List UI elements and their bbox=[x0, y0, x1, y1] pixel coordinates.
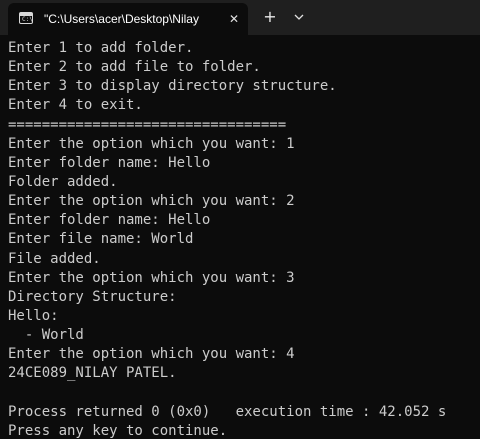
title-bar: C:\ "C:\Users\acer\Desktop\Nilay ✕ + bbox=[0, 0, 480, 35]
console-line: Enter file name: World bbox=[8, 231, 194, 248]
console-line: Press any key to continue. bbox=[8, 422, 228, 439]
close-icon[interactable]: ✕ bbox=[226, 11, 242, 27]
console-line: Enter 4 to exit. bbox=[8, 97, 143, 114]
console-icon: C:\ bbox=[19, 12, 33, 24]
console-line: Enter 3 to display directory structure. bbox=[8, 78, 337, 95]
console-line: Enter the option which you want: 4 bbox=[8, 346, 295, 363]
console-line: Enter folder name: Hello bbox=[8, 154, 211, 171]
tab-terminal[interactable]: C:\ "C:\Users\acer\Desktop\Nilay ✕ bbox=[8, 3, 248, 35]
console-line: Enter 1 to add folder. bbox=[8, 40, 194, 56]
console-line: Enter the option which you want: 3 bbox=[8, 269, 295, 286]
chevron-down-icon bbox=[294, 14, 304, 20]
console-line: ================================= bbox=[8, 116, 287, 133]
console-line: Hello: bbox=[8, 307, 59, 324]
new-tab-button[interactable]: + bbox=[260, 6, 280, 28]
console-output[interactable]: Enter 1 to add folder. Enter 2 to add fil… bbox=[8, 39, 480, 439]
console-line: Enter folder name: Hello bbox=[8, 212, 211, 229]
console-line: Directory Structure: bbox=[8, 288, 177, 305]
console-line: Enter the option which you want: 1 bbox=[8, 135, 295, 152]
console-line: - World bbox=[8, 327, 84, 344]
terminal-window: C:\ "C:\Users\acer\Desktop\Nilay ✕ + Ent… bbox=[0, 0, 480, 439]
console-line: 24CE089_NILAY PATEL. bbox=[8, 365, 177, 382]
tab-title: "C:\Users\acer\Desktop\Nilay bbox=[44, 12, 199, 26]
console-icon-label: C:\ bbox=[22, 16, 33, 23]
console-line: File added. bbox=[8, 250, 101, 267]
console-line: Enter 2 to add file to folder. bbox=[8, 59, 261, 76]
console-line: Enter the option which you want: 2 bbox=[8, 193, 295, 210]
console-line: Process returned 0 (0x0) execution time … bbox=[8, 403, 447, 420]
console-line: Folder added. bbox=[8, 173, 118, 190]
tab-dropdown-button[interactable] bbox=[290, 6, 308, 28]
